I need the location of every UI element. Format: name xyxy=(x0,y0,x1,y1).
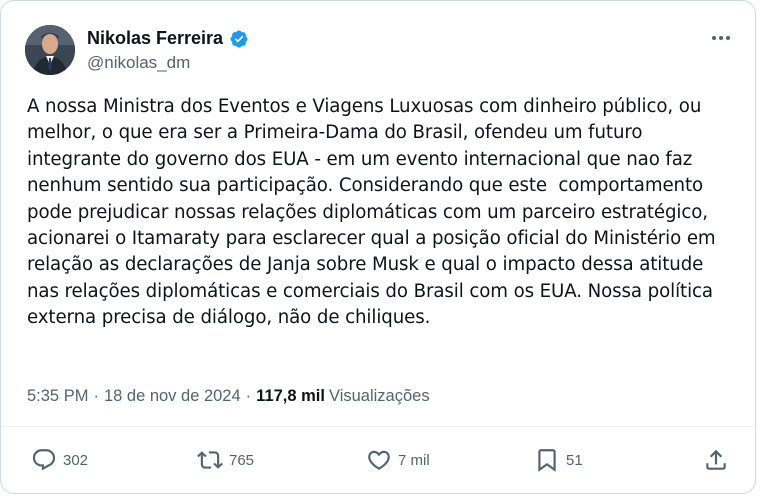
repost-icon xyxy=(197,451,223,469)
more-options-button[interactable] xyxy=(709,31,733,45)
repost-button[interactable]: 765 xyxy=(197,441,254,479)
repost-count: 765 xyxy=(229,451,255,469)
avatar-image xyxy=(25,25,75,75)
avatar[interactable] xyxy=(25,25,75,75)
views-count: 117,8 mil xyxy=(256,387,325,405)
tweet-date[interactable]: 18 de nov de 2024 xyxy=(104,387,241,406)
bookmark-button[interactable]: 51 xyxy=(534,441,583,479)
author-name[interactable]: Nikolas Ferreira xyxy=(87,28,223,49)
views-label[interactable]: Visualizações xyxy=(329,387,430,406)
bookmark-icon xyxy=(538,449,556,472)
heart-icon xyxy=(368,450,390,470)
meta-separator: · xyxy=(93,387,99,405)
like-button[interactable]: 7 mil xyxy=(366,441,430,479)
tweet-meta: 5:35 PM · 18 de nov de 2024 · 117,8 mil … xyxy=(27,387,430,406)
divider xyxy=(1,426,755,427)
tweet-time[interactable]: 5:35 PM xyxy=(27,387,88,406)
reply-icon xyxy=(32,449,56,471)
more-icon xyxy=(712,36,716,40)
reply-count: 302 xyxy=(63,451,89,469)
share-button[interactable] xyxy=(703,441,729,479)
like-count: 7 mil xyxy=(398,451,430,469)
tweet-text: A nossa Ministra dos Eventos e Viagens L… xyxy=(27,96,722,329)
meta-separator: · xyxy=(245,387,252,405)
tweet-card: Nikolas Ferreira @nikolas_dm A nossa Min… xyxy=(0,0,756,494)
reply-button[interactable]: 302 xyxy=(31,441,88,479)
share-icon xyxy=(706,449,726,470)
author-handle[interactable]: @nikolas_dm xyxy=(87,53,190,73)
action-bar: 302 765 7 mil 51 xyxy=(1,441,755,481)
bookmark-count: 51 xyxy=(566,451,583,469)
author-row: Nikolas Ferreira xyxy=(87,28,249,49)
verified-badge-icon xyxy=(230,29,248,48)
